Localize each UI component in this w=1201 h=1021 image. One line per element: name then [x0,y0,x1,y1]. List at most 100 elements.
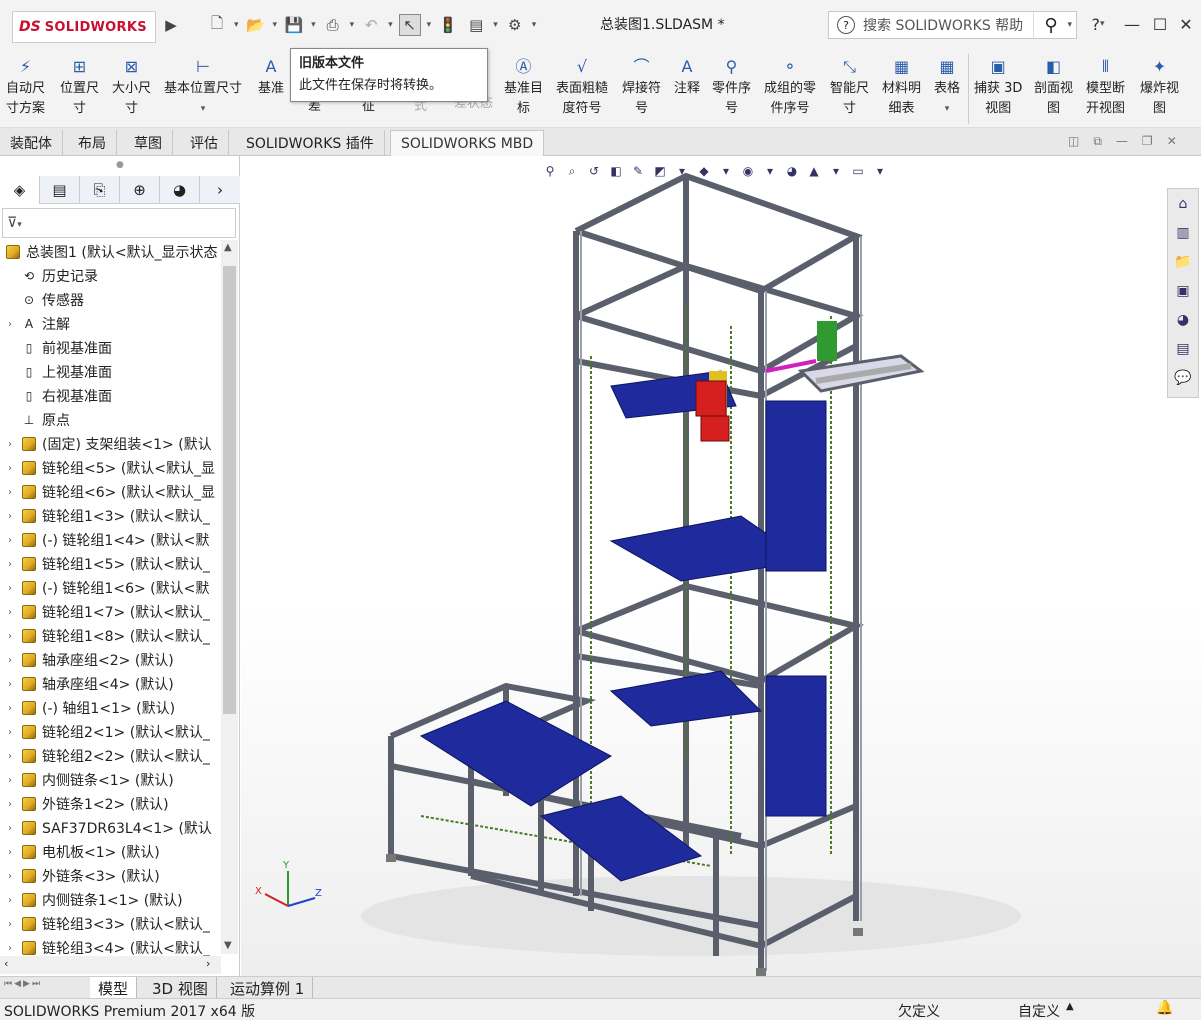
chevron-down-icon[interactable]: ▾ [234,20,239,30]
datum-target-button[interactable]: Ⓐ 基准目标 [504,52,543,119]
scroll-down-icon[interactable]: ▼ [224,940,232,951]
stacked-balloon-button[interactable]: ⚬ 成组的零 件序号 [764,52,816,119]
tab-solidworks-addins[interactable]: SOLIDWORKS 插件 [236,130,385,156]
next-tab-icon[interactable]: ▶ [23,979,30,989]
tree-item[interactable]: › 链轮组1<3> (默认<默认_ [0,504,220,528]
feature-manager-tab-icon[interactable]: ◈ [0,176,40,204]
maximize-button[interactable]: ☐ [1148,12,1172,36]
expand-chevron-icon[interactable]: › [4,607,16,618]
tree-item[interactable]: › A 注解 [0,312,220,336]
panel-grip-icon[interactable]: ● [116,160,124,170]
table-button[interactable]: ▦ 表格 ▾ [934,52,960,119]
tree-item[interactable]: › (-) 轴组1<1> (默认) [0,696,220,720]
tree-item[interactable]: ⟲ 历史记录 [0,264,220,288]
exploded-view-button[interactable]: ✦ 爆炸视图 [1140,52,1179,119]
tree-item[interactable]: › (-) 链轮组1<6> (默认<默 [0,576,220,600]
search-input[interactable]: 搜索 SOLIDWORKS 帮助 [863,15,1033,35]
configuration-manager-tab-icon[interactable]: ⎘ [80,176,120,204]
tree-item[interactable]: › (-) 链轮组1<4> (默认<默 [0,528,220,552]
tab-evaluate[interactable]: 评估 [180,130,229,156]
balloon-button[interactable]: ⚲ 零件序号 [712,52,751,119]
close-button[interactable]: ✕ [1174,12,1198,36]
tree-item[interactable]: › 链轮组3<3> (默认<默认_ [0,912,220,936]
property-manager-tab-icon[interactable]: ▤ [40,176,80,204]
tree-item[interactable]: › 外链条1<2> (默认) [0,792,220,816]
expand-chevron-icon[interactable]: › [4,559,16,570]
expand-menu-icon[interactable]: ▶ [160,14,182,36]
tree-item[interactable]: › (固定) 支架组装<1> (默认 [0,432,220,456]
solidworks-logo[interactable]: DS SOLIDWORKS [12,11,156,43]
scroll-right-icon[interactable]: › [206,957,210,970]
section-view-button[interactable]: ◧ 剖面视图 [1034,52,1073,119]
chevron-down-icon[interactable]: ▾ [350,20,355,30]
weld-symbol-button[interactable]: ⌒ 焊接符号 [622,52,661,119]
auto-dimension-scheme-button[interactable]: ⚡ 自动尺 寸方案 [6,52,45,119]
expand-chevron-icon[interactable]: › [4,895,16,906]
location-dimension-button[interactable]: ⊞ 位置尺寸 [60,52,99,119]
expand-chevron-icon[interactable]: › [4,871,16,882]
surface-finish-button[interactable]: √ 表面粗糙 度符号 [556,52,608,119]
chevron-down-icon[interactable]: ▾ [388,20,393,30]
expand-chevron-icon[interactable]: › [4,823,16,834]
expand-chevron-icon[interactable]: › [4,799,16,810]
tree-vertical-scrollbar[interactable]: ▲ ▼ [221,240,238,954]
restore-pane-icon[interactable]: ⧉ [1093,134,1102,149]
expand-chevron-icon[interactable]: › [4,439,16,450]
chevron-down-icon[interactable]: ▾ [493,20,498,30]
tree-item[interactable]: › 链轮组1<8> (默认<默认_ [0,624,220,648]
tree-item[interactable]: › 电机板<1> (默认) [0,840,220,864]
custom-properties-icon[interactable]: ▤ [1168,334,1198,363]
tree-root[interactable]: 总装图1 (默认<默认_显示状态 [0,240,220,264]
forum-icon[interactable]: 💬 [1168,363,1198,392]
tab-assembly[interactable]: 装配体 [0,130,63,156]
close-pane-icon[interactable]: ✕ [1167,134,1177,149]
expand-chevron-icon[interactable]: › [4,583,16,594]
status-units[interactable]: 自定义 [1018,1001,1060,1021]
expand-chevron-icon[interactable]: › [4,727,16,738]
tab-model[interactable]: 模型 [90,977,138,999]
tree-item[interactable]: ▯ 右视基准面 [0,384,220,408]
expand-chevron-icon[interactable]: › [4,487,16,498]
tree-item[interactable]: › 外链条<3> (默认) [0,864,220,888]
tree-item[interactable]: › 链轮组<5> (默认<默认_显 [0,456,220,480]
collapse-left-icon[interactable]: ◫ [1068,134,1079,149]
tab-motion-study[interactable]: 运动算例 1 [222,977,314,999]
expand-chevron-icon[interactable]: › [4,535,16,546]
tree-item[interactable]: › 链轮组1<7> (默认<默认_ [0,600,220,624]
size-dimension-button[interactable]: ⊠ 大小尺寸 [112,52,151,119]
expand-chevron-icon[interactable]: › [4,319,16,330]
expand-chevron-icon[interactable]: › [4,511,16,522]
chevron-down-icon[interactable]: ▾ [273,20,278,30]
chevron-down-icon[interactable]: ▾ [532,20,537,30]
assembly-model[interactable] [241,156,1201,976]
help-search-box[interactable]: ? 搜索 SOLIDWORKS 帮助 ⚲ ▾ [828,11,1077,39]
chevron-down-icon[interactable]: ▾ [1067,20,1072,30]
graphics-area[interactable]: ⚲ ⌕ ↺ ◧ ✎ ◩ ▾ ◆ ▾ ◉ ▾ ◕ ▲ ▾ ▭ ▾ Y X Z ⌂ … [241,156,1201,976]
help-button[interactable]: ? ▾ [1086,12,1110,36]
tree-item[interactable]: › SAF37DR63L4<1> (默认 [0,816,220,840]
minimize-pane-icon[interactable]: — [1116,134,1128,149]
chevron-down-icon[interactable]: ▾ [311,20,316,30]
appearances-icon[interactable]: ◕ [1168,305,1198,334]
prev-tab-icon[interactable]: ◀ [14,979,21,989]
smart-dimension-button[interactable]: ⤡ 智能尺寸 [830,52,869,119]
tree-item[interactable]: › 链轮组1<5> (默认<默认_ [0,552,220,576]
expand-chevron-icon[interactable]: › [4,679,16,690]
notification-icon[interactable]: 🔔 [1156,1000,1173,1016]
expand-chevron-icon[interactable]: › [4,631,16,642]
chevron-up-icon[interactable]: ▲ [1066,1001,1074,1012]
basic-location-dimension-button[interactable]: ⊢ 基本位置尺寸 ▾ [164,52,242,119]
tab-solidworks-mbd[interactable]: SOLIDWORKS MBD [390,130,545,156]
tree-item[interactable]: › 链轮组2<1> (默认<默认_ [0,720,220,744]
tree-filter-field[interactable]: ⊽▾ [2,208,236,238]
search-icon[interactable]: ⚲ [1033,12,1067,38]
view-palette-icon[interactable]: ▣ [1168,276,1198,305]
expand-chevron-icon[interactable]: › [4,655,16,666]
minimize-button[interactable]: — [1120,12,1144,36]
file-explorer-icon[interactable]: 📁 [1168,247,1198,276]
design-library-icon[interactable]: ▥ [1168,218,1198,247]
expand-chevron-icon[interactable]: › [4,703,16,714]
capture-3d-view-button[interactable]: ▣ 捕获 3D 视图 [974,52,1022,119]
tree-horizontal-scrollbar[interactable]: ‹ › [0,956,221,974]
restore-pane-icon[interactable]: ❐ [1142,134,1153,149]
